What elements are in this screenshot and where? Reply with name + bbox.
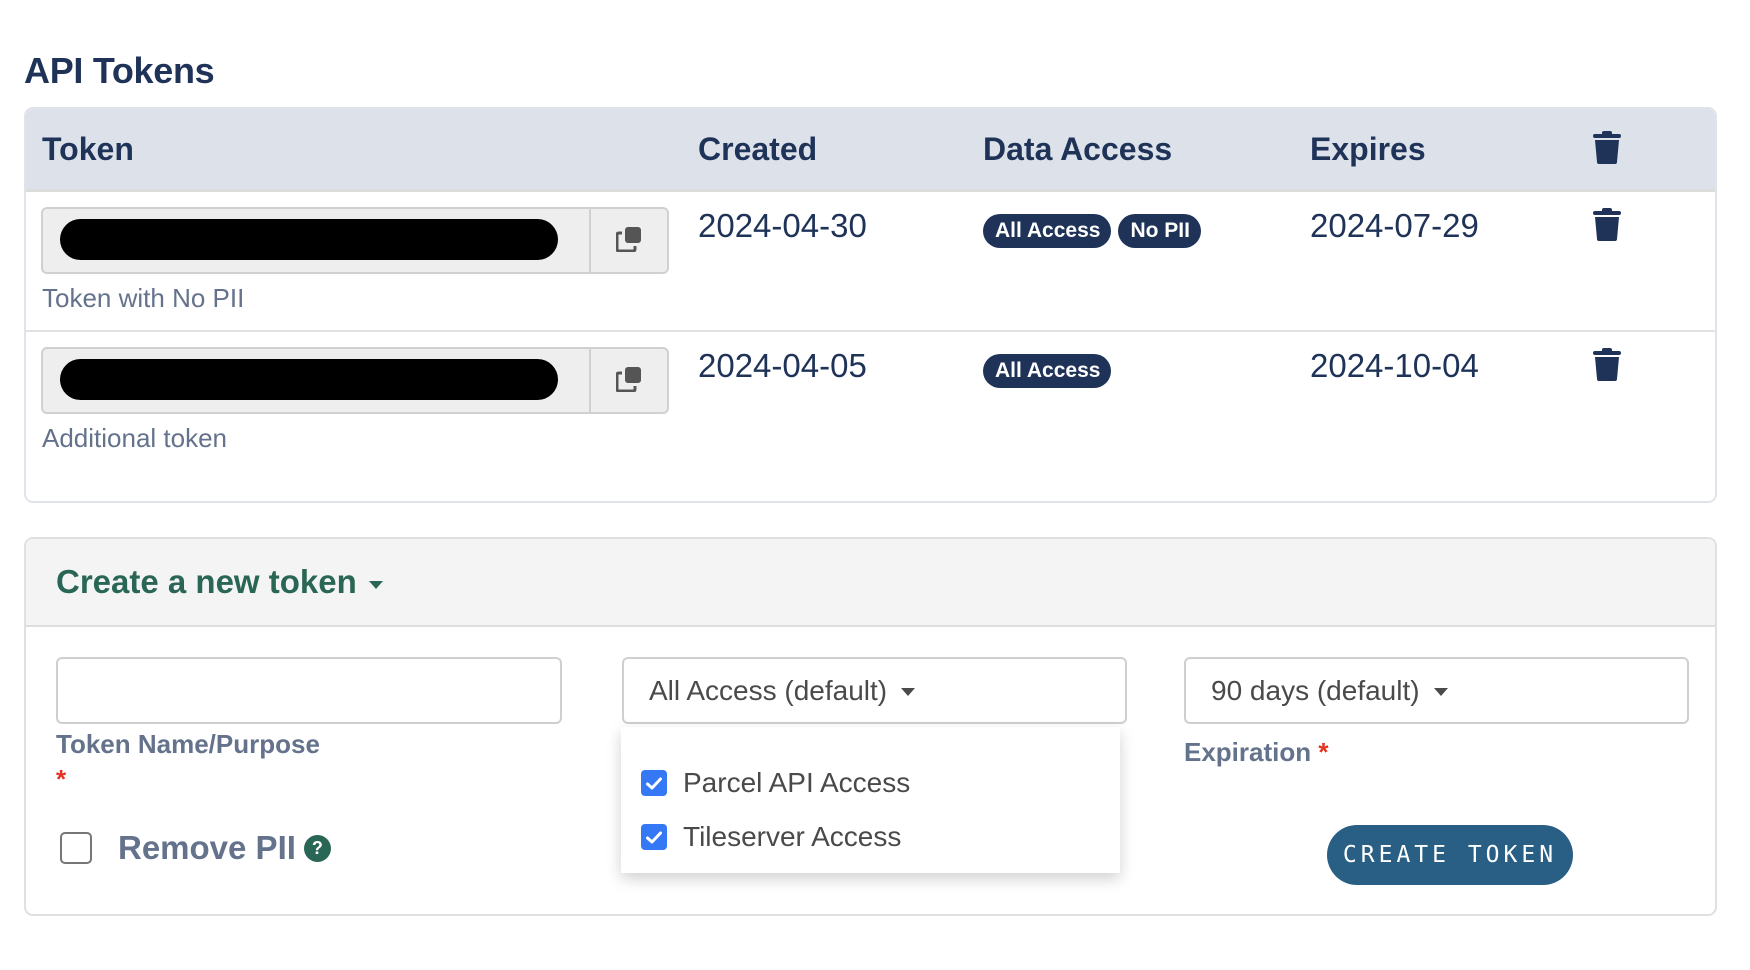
create-token-header: Create a new token — [26, 539, 1715, 627]
delete-token-button[interactable] — [1593, 208, 1621, 246]
delete-token-button[interactable] — [1593, 348, 1621, 386]
menu-item-label: Tileserver Access — [683, 821, 902, 852]
token-field[interactable] — [41, 207, 669, 274]
column-header-expires: Expires — [1310, 131, 1426, 167]
data-access-badges: All Access — [983, 354, 1112, 388]
table-header: Token Created Data Access Expires — [26, 109, 1715, 192]
checkbox-checked[interactable] — [641, 824, 667, 850]
token-name: Additional token — [42, 423, 228, 453]
column-header-data-access: Data Access — [983, 131, 1173, 167]
caret-down-icon — [1433, 688, 1448, 696]
column-header-token: Token — [42, 131, 134, 167]
trash-icon — [1593, 131, 1621, 172]
checkmark-icon — [646, 777, 662, 789]
expiration-selected: 90 days (default) — [1211, 674, 1420, 706]
caret-down-icon — [901, 688, 916, 696]
page-title: API Tokens — [24, 50, 215, 91]
token-name: Token with No PII — [42, 283, 245, 313]
expires-date: 2024-10-04 — [1310, 347, 1479, 384]
required-asterisk: * — [56, 764, 67, 794]
badge-all-access: All Access — [983, 354, 1112, 388]
copy-button[interactable] — [589, 209, 667, 272]
column-header-created: Created — [698, 131, 818, 167]
token-name-label: Token Name/Purpose — [56, 729, 320, 759]
expiration-label: Expiration * — [1184, 737, 1329, 768]
badge-no-pii: No PII — [1118, 214, 1201, 248]
menu-item-tileserver-access[interactable]: Tileserver Access — [641, 821, 901, 853]
remove-pii-label: Remove PII — [118, 829, 296, 866]
data-access-dropdown-menu: Parcel API Access Tileserver Access — [621, 727, 1120, 873]
required-asterisk: * — [1318, 737, 1329, 767]
token-field[interactable] — [41, 347, 669, 414]
copy-icon — [615, 365, 643, 397]
data-access-selected: All Access (default) — [649, 674, 888, 706]
expires-date: 2024-07-29 — [1310, 207, 1479, 244]
table-row: Additional token 2024-04-05 All Access 2… — [26, 332, 1715, 501]
expiration-select[interactable]: 90 days (default) — [1184, 657, 1689, 724]
token-value-redacted — [60, 359, 558, 400]
create-token-button[interactable]: CREATE TOKEN — [1327, 825, 1573, 885]
help-icon[interactable]: ? — [303, 834, 331, 862]
table-row: Token with No PII 2024-04-30 All Access … — [26, 192, 1715, 332]
badge-all-access: All Access — [983, 214, 1112, 248]
caret-down-icon — [368, 581, 383, 589]
remove-pii-checkbox[interactable] — [60, 832, 92, 864]
remove-pii-checkbox-row[interactable]: Remove PII ? — [60, 829, 331, 867]
menu-item-parcel-api-access[interactable]: Parcel API Access — [641, 767, 910, 799]
data-access-select[interactable]: All Access (default) — [622, 657, 1127, 724]
menu-item-label: Parcel API Access — [683, 767, 911, 798]
token-value-redacted — [60, 219, 558, 260]
checkmark-icon — [646, 831, 662, 843]
checkbox-checked[interactable] — [641, 770, 667, 796]
create-token-title: Create a new token — [56, 563, 357, 600]
trash-icon — [1593, 348, 1621, 381]
data-access-badges: All Access No PII — [983, 214, 1201, 248]
created-date: 2024-04-05 — [698, 347, 867, 384]
tokens-table: Token Created Data Access Expires Token … — [24, 107, 1717, 503]
copy-button[interactable] — [589, 349, 667, 412]
expiration-label-text: Expiration — [1184, 737, 1312, 767]
created-date: 2024-04-30 — [698, 207, 867, 244]
create-token-toggle[interactable]: Create a new token — [56, 563, 383, 601]
trash-icon — [1593, 208, 1621, 241]
token-name-input[interactable] — [56, 657, 562, 724]
copy-icon — [615, 225, 643, 257]
